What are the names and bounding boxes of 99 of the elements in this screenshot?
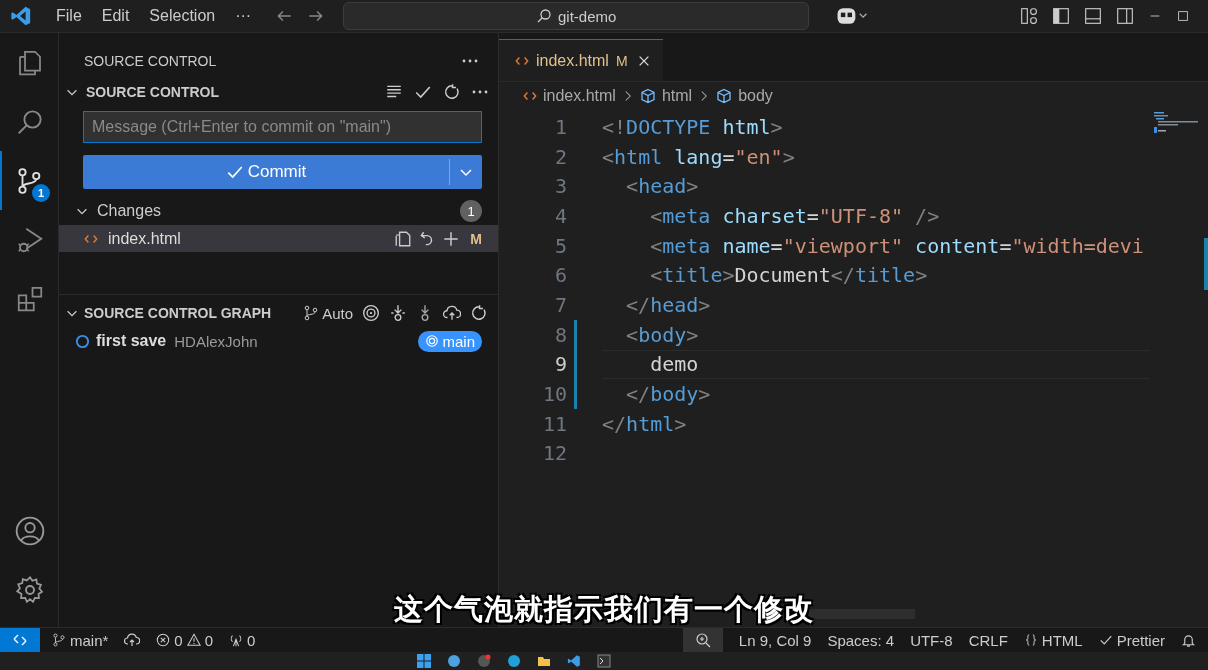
remote-icon (12, 632, 28, 648)
code-line: </head> (625, 292, 711, 317)
antenna-icon (229, 633, 244, 647)
fetch-icon[interactable] (389, 304, 407, 322)
menu-item[interactable]: ··· (225, 7, 262, 25)
section-title: SOURCE CONTROL (86, 84, 219, 100)
line-number: 3 (553, 174, 567, 199)
refresh-icon[interactable] (443, 83, 461, 101)
modified-status: M (470, 230, 482, 247)
line-number: 4 (553, 203, 567, 228)
html-file-icon (523, 89, 537, 103)
breadcrumb-item[interactable]: body (716, 87, 773, 105)
video-subtitle: 这个气泡就指示我们有一个修改 (394, 592, 814, 627)
line-number: 7 (553, 292, 567, 317)
cube-icon (716, 88, 733, 104)
app-icon[interactable] (477, 654, 491, 668)
file-name: index.html (108, 229, 181, 248)
code-line: <meta name="viewport" content="width=devi (649, 233, 1144, 258)
app-icon[interactable] (507, 654, 521, 668)
plus-icon[interactable] (442, 229, 461, 248)
commit-button[interactable]: Commit (83, 155, 482, 189)
menu-item[interactable]: Edit (91, 7, 140, 25)
code-line: </body> (625, 382, 711, 407)
menu-item[interactable]: Selection (139, 7, 226, 25)
editor-tab[interactable]: index.html M (499, 39, 663, 81)
language-mode[interactable]: HTML (1023, 631, 1083, 649)
cube-icon (639, 88, 656, 104)
more-actions-icon[interactable] (462, 58, 478, 63)
bell-icon[interactable] (1181, 632, 1196, 648)
count-badge: 1 (460, 200, 482, 222)
branch-icon (303, 305, 320, 321)
customize-layout-icon[interactable] (1020, 7, 1038, 25)
notification-badge: 1 (32, 184, 50, 202)
more-actions-icon[interactable] (472, 90, 488, 94)
line-number: 11 (541, 411, 567, 436)
vscode-logo-icon[interactable] (567, 654, 581, 668)
encoding-status[interactable]: UTF-8 (910, 631, 953, 649)
menu-item[interactable]: File (46, 7, 92, 25)
account-icon[interactable] (14, 514, 46, 547)
problems-status[interactable]: 0 0 (156, 631, 214, 649)
code-line: demo (649, 352, 699, 377)
target-icon[interactable] (362, 304, 380, 322)
branch-tag: main (418, 330, 482, 352)
breadcrumb-item[interactable]: html (639, 87, 693, 105)
braces-icon (1023, 633, 1038, 647)
line-number: 2 (553, 144, 567, 169)
code-line: <head> (625, 174, 699, 199)
ports-status[interactable]: 0 (229, 631, 256, 649)
zoom-icon[interactable] (682, 628, 723, 652)
maximize-icon[interactable] (1176, 9, 1190, 23)
toggle-secondary-sidebar-icon[interactable] (1116, 7, 1134, 25)
commit-author: HDAlexJohn (174, 332, 258, 350)
breadcrumb-item[interactable]: index.html (523, 87, 616, 105)
code-line: <meta charset="UTF-8" /> (649, 203, 940, 228)
vscode-logo-icon[interactable] (10, 5, 32, 27)
commit-message-field[interactable]: Message (Ctrl+Enter to commit on "main") (83, 111, 482, 143)
folder-icon[interactable] (537, 654, 551, 668)
copilot-icon[interactable] (835, 6, 870, 26)
line-number: 6 (553, 263, 567, 288)
line-number: 10 (541, 382, 567, 407)
sidebar-title: SOURCE CONTROL (84, 52, 217, 69)
line-ending-status[interactable]: CRLF (968, 631, 1008, 649)
cloud-upload-icon[interactable] (124, 632, 141, 648)
toggle-panel-icon[interactable] (1084, 7, 1102, 25)
search-icon (536, 8, 552, 24)
code-line: </html> (602, 411, 687, 436)
line-number: 1 (553, 114, 567, 139)
line-number: 5 (553, 233, 567, 258)
app-icon[interactable] (447, 654, 461, 668)
warning-icon (186, 633, 201, 647)
branch-icon (52, 633, 66, 647)
code-line: <!DOCTYPE html> (602, 114, 783, 139)
line-number: 12 (541, 441, 567, 466)
commit-node-icon (75, 333, 90, 349)
cursor-position[interactable]: Ln 9, Col 9 (738, 631, 812, 649)
code-line: <title>Document</title> (649, 263, 928, 288)
toggle-sidebar-icon[interactable] (1052, 7, 1070, 25)
commit-message[interactable]: first save (96, 332, 167, 350)
code-line: <body> (625, 322, 699, 347)
command-center-search[interactable]: git-demo (343, 2, 810, 30)
scrollbar-change-marker (1204, 238, 1208, 290)
code-line: <html lang="en"> (602, 144, 795, 169)
formatter-status[interactable]: Prettier (1098, 631, 1165, 649)
target-icon (425, 334, 440, 348)
open-file-icon[interactable] (394, 229, 413, 248)
changes-label[interactable]: Changes (97, 202, 162, 220)
branch-status[interactable]: main* (52, 631, 109, 649)
line-number: 9 (553, 352, 567, 377)
changed-file-row[interactable]: index.html M (59, 225, 498, 252)
line-number: 8 (553, 322, 567, 347)
checkmark-icon (1098, 633, 1113, 647)
error-icon (156, 633, 171, 647)
terminal-icon[interactable] (597, 654, 611, 668)
refresh-icon[interactable] (470, 304, 488, 322)
cloud-upload-icon[interactable] (443, 304, 461, 322)
branch-mode-button[interactable]: Auto (303, 304, 353, 322)
indentation-status[interactable]: Spaces: 4 (827, 631, 895, 649)
start-icon[interactable] (417, 654, 431, 668)
section-title: SOURCE CONTROL GRAPH (84, 305, 272, 321)
